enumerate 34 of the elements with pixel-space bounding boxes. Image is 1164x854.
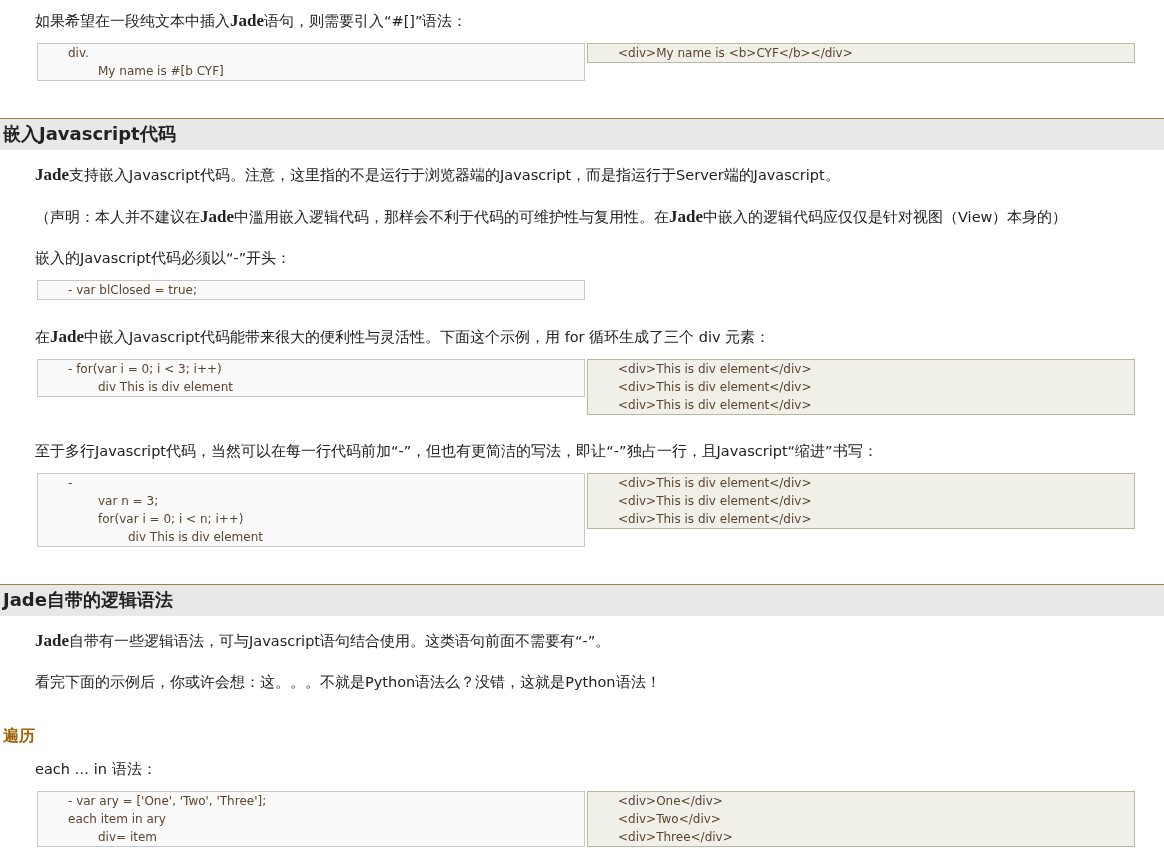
code-line: <div>Two</div> bbox=[618, 811, 722, 828]
paragraph: each … in 语法： bbox=[35, 760, 158, 779]
code-line: <div>Three</div> bbox=[618, 829, 734, 846]
code-line: <div>This is div element</div> bbox=[618, 379, 813, 396]
paragraph: 如果希望在一段纯文本中插入Jade语句，则需要引入“#[]”语法： bbox=[35, 10, 469, 32]
code-line: each item in ary bbox=[68, 811, 167, 828]
code-line: div= item bbox=[98, 829, 159, 846]
paragraph: 在Jade中嵌入Javascript代码能带来很大的便利性与灵活性。下面这个示例，用 for 循环生成了三个 div 元素： bbox=[35, 326, 772, 348]
paragraph: （声明：本人并不建议在Jade中滥用嵌入逻辑代码，那样会不利于代码的可维护性与复用性。在Jade中嵌入的逻辑代码应仅仅是针对视图（View）本身的） bbox=[35, 206, 1069, 228]
section-heading: Jade自带的逻辑语法 bbox=[0, 584, 1164, 616]
code-line: - var blClosed = true; bbox=[68, 282, 198, 299]
code-line: <div>This is div element</div> bbox=[618, 493, 813, 510]
code-line: <div>One</div> bbox=[618, 793, 724, 810]
code-line: - for(var i = 0; i < 3; i++) bbox=[68, 361, 223, 378]
paragraph: 至于多行Javascript代码，当然可以在每一行代码前加“-”，但也有更简洁的写法，即让“-”独占一行，且Javascript“缩进”书写： bbox=[35, 442, 879, 461]
paragraph: Jade支持嵌入Javascript代码。注意，这里指的不是运行于浏览器端的Javascript，而是指运行于Server端的Javascript。 bbox=[35, 164, 841, 186]
code-line: var n = 3; bbox=[98, 493, 160, 510]
section-heading: 嵌入Javascript代码 bbox=[0, 118, 1164, 150]
code-line: <div>This is div element</div> bbox=[618, 475, 813, 492]
code-line: My name is #[b CYF] bbox=[98, 63, 225, 80]
code-line: <div>This is div element</div> bbox=[618, 511, 813, 528]
paragraph: 看完下面的示例后，你或许会想：这。。。不就是Python语法么？没错，这就是Python语法！ bbox=[35, 673, 662, 692]
code-line: div This is div element bbox=[98, 379, 234, 396]
code-line: - var ary = ['One', 'Two', 'Three']; bbox=[68, 793, 268, 810]
subsection-heading: 遍历 bbox=[3, 725, 36, 747]
paragraph: Jade自带有一些逻辑语法，可与Javascript语句结合使用。这类语句前面不需要有“-”。 bbox=[35, 630, 612, 652]
paragraph: 嵌入的Javascript代码必须以“-”开头： bbox=[35, 249, 293, 268]
code-line: - bbox=[68, 475, 74, 492]
code-line: <div>This is div element</div> bbox=[618, 397, 813, 414]
code-line: <div>My name is <b>CYF</b></div> bbox=[618, 45, 854, 62]
code-line: div This is div element bbox=[128, 529, 264, 546]
code-line: <div>This is div element</div> bbox=[618, 361, 813, 378]
code-line: div. bbox=[68, 45, 90, 62]
code-line: for(var i = 0; i < n; i++) bbox=[98, 511, 245, 528]
